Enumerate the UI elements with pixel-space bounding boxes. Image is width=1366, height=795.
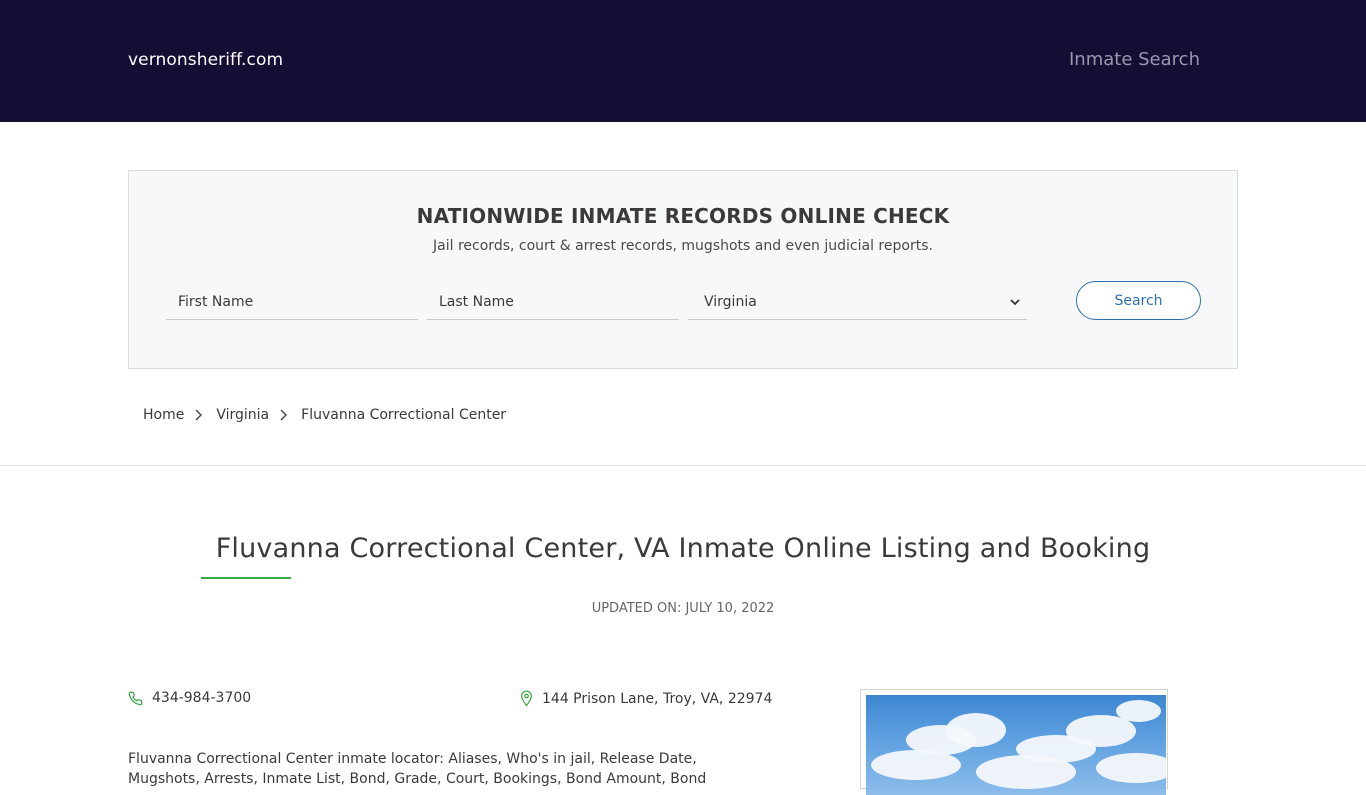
facility-photo-frame bbox=[860, 689, 1168, 795]
search-panel-subtitle: Jail records, court & arrest records, mu… bbox=[433, 238, 933, 254]
first-name-input[interactable] bbox=[166, 284, 418, 320]
last-name-input[interactable] bbox=[427, 284, 679, 320]
breadcrumb-current: Fluvanna Correctional Center bbox=[301, 407, 507, 423]
chevron-right-icon bbox=[195, 409, 203, 421]
facility-photo bbox=[866, 695, 1166, 795]
top-navbar: vernonsheriff.com Inmate Search bbox=[0, 0, 1366, 122]
phone-contact[interactable]: 434-984-3700 bbox=[128, 690, 251, 706]
nav-inmate-search-link[interactable]: Inmate Search bbox=[1069, 49, 1200, 70]
title-underline bbox=[201, 577, 291, 579]
search-panel-title: NATIONWIDE INMATE RECORDS ONLINE CHECK bbox=[416, 204, 950, 228]
chevron-down-icon bbox=[1010, 299, 1020, 306]
state-select-value: Virginia bbox=[704, 294, 757, 310]
brand-logo-link[interactable]: vernonsheriff.com bbox=[128, 50, 283, 70]
search-button[interactable]: Search bbox=[1076, 281, 1201, 320]
section-divider bbox=[0, 465, 1366, 466]
page-title: Fluvanna Correctional Center, VA Inmate … bbox=[215, 533, 1151, 564]
phone-icon bbox=[128, 691, 143, 705]
address-text: 144 Prison Lane, Troy, VA, 22974 bbox=[542, 690, 773, 707]
updated-date: UPDATED ON: JULY 10, 2022 bbox=[591, 601, 775, 616]
breadcrumb-home[interactable]: Home bbox=[143, 407, 184, 423]
address-contact: 144 Prison Lane, Troy, VA, 22974 bbox=[520, 690, 772, 707]
map-pin-icon bbox=[521, 690, 532, 707]
inmate-search-panel: NATIONWIDE INMATE RECORDS ONLINE CHECK J… bbox=[128, 170, 1238, 369]
facility-description: Fluvanna Correctional Center inmate loca… bbox=[128, 751, 707, 787]
state-select[interactable]: Virginia bbox=[688, 284, 1027, 320]
chevron-right-icon bbox=[280, 409, 288, 421]
breadcrumb-virginia[interactable]: Virginia bbox=[216, 407, 269, 423]
breadcrumb: Home Virginia Fluvanna Correctional Cent… bbox=[143, 407, 506, 423]
phone-number: 434-984-3700 bbox=[152, 690, 252, 706]
